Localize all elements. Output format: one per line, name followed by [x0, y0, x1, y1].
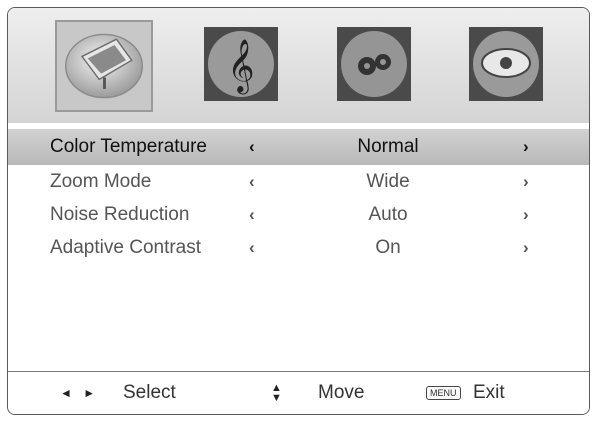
right-arrow-icon[interactable]: ›: [523, 137, 529, 157]
left-arrow-icon[interactable]: ‹: [249, 205, 255, 225]
setting-row-adaptive-contrast[interactable]: Adaptive Contrast ‹ On ›: [8, 231, 589, 264]
setup-icon: [337, 27, 411, 101]
setting-label: Color Temperature: [50, 136, 208, 157]
left-arrow-icon[interactable]: ‹: [249, 238, 255, 258]
setting-row-zoom-mode[interactable]: Zoom Mode ‹ Wide ›: [8, 165, 589, 198]
osd-menu: 𝄞 Color Temperature ‹ Normal › Zoom Mode…: [7, 7, 590, 415]
setting-row-noise-reduction[interactable]: Noise Reduction ‹ Auto ›: [8, 198, 589, 231]
setting-label: Zoom Mode: [50, 170, 152, 192]
setting-value: Wide: [366, 170, 410, 192]
right-arrow-icon[interactable]: ›: [523, 205, 529, 225]
setting-value: Auto: [368, 203, 408, 225]
left-arrow-icon[interactable]: ‹: [249, 137, 255, 157]
exit-hint: Exit: [473, 382, 505, 403]
svg-text:𝄞: 𝄞: [227, 38, 254, 94]
move-hint: Move: [318, 382, 365, 403]
picture-icon: [65, 33, 143, 99]
setting-value: Normal: [357, 136, 419, 157]
tab-picture[interactable]: [55, 20, 153, 112]
menu-key-icon: MENU: [426, 386, 461, 400]
menu-tab-bar: 𝄞: [8, 8, 589, 123]
right-arrow-icon[interactable]: ›: [523, 172, 529, 192]
sound-icon: 𝄞: [204, 27, 278, 101]
setting-value: On: [375, 236, 401, 258]
setting-label: Adaptive Contrast: [50, 236, 202, 258]
tab-feature[interactable]: [465, 23, 547, 105]
tab-setup[interactable]: [333, 23, 415, 105]
up-down-arrows-icon: ▲ ▼: [271, 382, 282, 404]
tab-sound[interactable]: 𝄞: [200, 23, 282, 105]
right-arrow-icon[interactable]: ›: [523, 238, 529, 258]
setting-label: Noise Reduction: [50, 203, 190, 225]
help-bar: ◄ ► Select ▲ ▼ Move MENU Exit: [8, 371, 589, 414]
left-arrow-icon[interactable]: ‹: [249, 172, 255, 192]
settings-list: Color Temperature ‹ Normal › Zoom Mode ‹…: [8, 129, 589, 264]
left-right-arrows-icon: ◄ ►: [60, 386, 100, 400]
select-hint: Select: [123, 382, 176, 403]
setting-row-color-temperature[interactable]: Color Temperature ‹ Normal ›: [8, 129, 589, 165]
feature-icon: [469, 27, 543, 101]
